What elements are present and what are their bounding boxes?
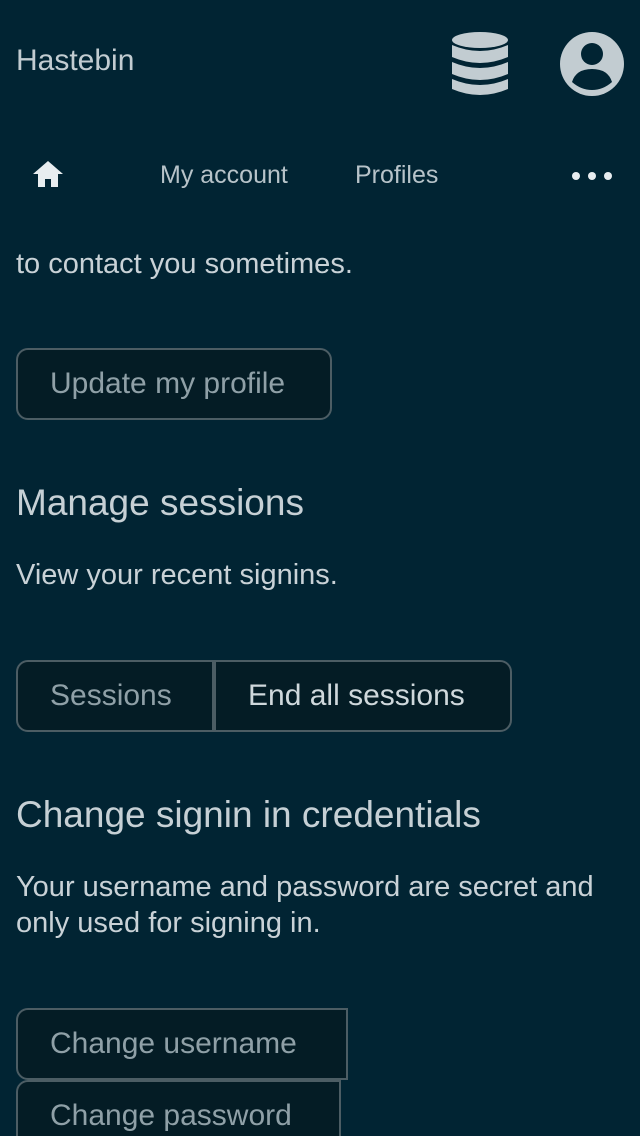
sessions-heading: Manage sessions: [16, 482, 304, 523]
account-content: to contact you sometimes. Update my prof…: [0, 212, 640, 1136]
app-header: Hastebin: [0, 0, 640, 125]
more-horizontal-icon[interactable]: [572, 164, 612, 188]
main-nav: My account Profiles: [0, 140, 640, 212]
home-icon[interactable]: [28, 156, 68, 192]
update-profile-button[interactable]: Update my profile: [16, 348, 332, 420]
database-icon[interactable]: [451, 31, 509, 97]
nav-profiles[interactable]: Profiles: [355, 160, 438, 190]
profile-intro-text: to contact you sometimes.: [16, 248, 353, 280]
sessions-button[interactable]: Sessions: [16, 660, 214, 732]
sessions-description: View your recent signins.: [16, 559, 338, 591]
nav-my-account[interactable]: My account: [160, 160, 288, 190]
credentials-heading: Change signin in credentials: [16, 794, 481, 835]
change-password-button[interactable]: Change password: [16, 1080, 341, 1136]
credentials-description: Your username and password are secret an…: [16, 871, 594, 939]
app-title[interactable]: Hastebin: [16, 43, 134, 79]
account-circle-icon[interactable]: [559, 31, 625, 97]
end-all-sessions-button[interactable]: End all sessions: [214, 660, 512, 732]
change-username-button[interactable]: Change username: [16, 1008, 348, 1080]
